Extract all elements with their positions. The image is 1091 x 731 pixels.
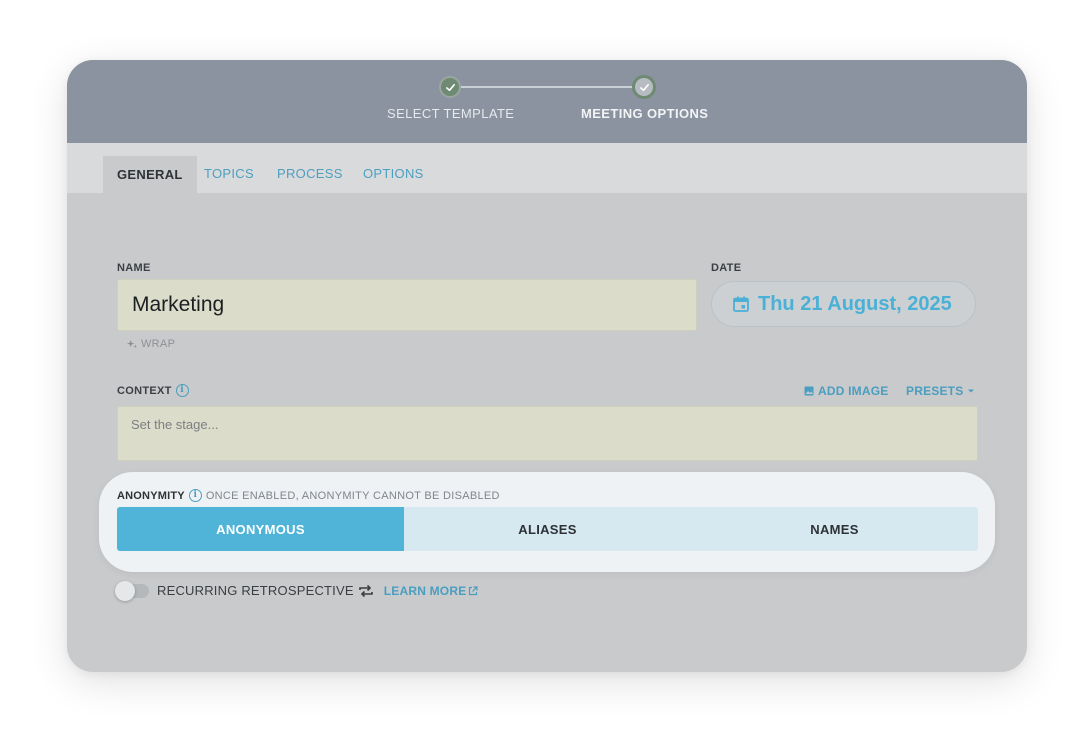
wizard-stepper: SELECT TEMPLATE MEETING OPTIONS: [67, 60, 1027, 143]
learn-more-label: LEARN MORE: [383, 583, 467, 598]
anonymity-label-row: ANONYMITY i ONCE ENABLED, ANONYMITY CANN…: [117, 489, 500, 502]
tab-process[interactable]: PROCESS: [277, 143, 343, 193]
meeting-setup-card: SELECT TEMPLATE MEETING OPTIONS GENERAL …: [67, 60, 1027, 672]
presets-dropdown[interactable]: PRESETS: [906, 384, 975, 398]
name-label: NAME: [117, 262, 151, 274]
anonymity-option-names[interactable]: NAMES: [691, 507, 978, 551]
anonymity-warning: ONCE ENABLED, ANONYMITY CANNOT BE DISABL…: [205, 489, 500, 502]
date-value: Thu 21 August, 2025: [758, 292, 952, 315]
sparkle-icon: [127, 339, 138, 348]
step-label-meeting-options: MEETING OPTIONS: [581, 106, 709, 121]
add-image-label: ADD IMAGE: [818, 384, 889, 398]
context-label-row: CONTEXT i: [117, 384, 189, 397]
wrap-button[interactable]: WRAP: [127, 338, 175, 350]
toggle-knob: [115, 580, 135, 601]
tab-general[interactable]: GENERAL: [103, 156, 197, 193]
step-current-check-icon: [635, 78, 653, 96]
repeat-icon: [358, 584, 373, 597]
presets-label: PRESETS: [906, 384, 964, 398]
image-icon: [804, 386, 814, 396]
anonymity-label: ANONYMITY: [117, 489, 185, 502]
context-input[interactable]: Set the stage...: [117, 406, 978, 461]
anonymity-panel: ANONYMITY i ONCE ENABLED, ANONYMITY CANN…: [99, 472, 995, 572]
context-label: CONTEXT: [117, 384, 172, 397]
anonymity-option-anonymous[interactable]: ANONYMOUS: [117, 507, 404, 551]
add-image-button[interactable]: ADD IMAGE: [804, 384, 888, 398]
step-connector: [459, 86, 645, 88]
tab-bar: GENERAL TOPICS PROCESS OPTIONS: [67, 143, 1027, 193]
step-complete-check-icon[interactable]: [441, 78, 459, 96]
recurring-toggle[interactable]: [115, 580, 149, 601]
calendar-icon: [733, 296, 749, 312]
name-input[interactable]: Marketing: [117, 279, 697, 331]
anonymity-option-aliases[interactable]: ALIASES: [404, 507, 691, 551]
external-link-icon: [469, 585, 479, 595]
date-picker-button[interactable]: Thu 21 August, 2025: [711, 281, 976, 327]
recurring-label: RECURRING RETROSPECTIVE: [157, 583, 354, 598]
step-label-select-template[interactable]: SELECT TEMPLATE: [387, 106, 514, 121]
tab-topics[interactable]: TOPICS: [204, 143, 254, 193]
anonymity-info-icon[interactable]: i: [188, 489, 202, 502]
learn-more-link[interactable]: LEARN MORE: [384, 584, 479, 598]
info-icon[interactable]: i: [175, 384, 189, 397]
caret-down-icon: [968, 389, 975, 393]
date-label: DATE: [711, 262, 742, 274]
recurring-row: RECURRING RETROSPECTIVE LEARN MORE: [115, 580, 479, 601]
tab-options[interactable]: OPTIONS: [363, 143, 424, 193]
wrap-label: WRAP: [141, 338, 176, 350]
anonymity-segmented-control: ANONYMOUS ALIASES NAMES: [117, 507, 978, 551]
